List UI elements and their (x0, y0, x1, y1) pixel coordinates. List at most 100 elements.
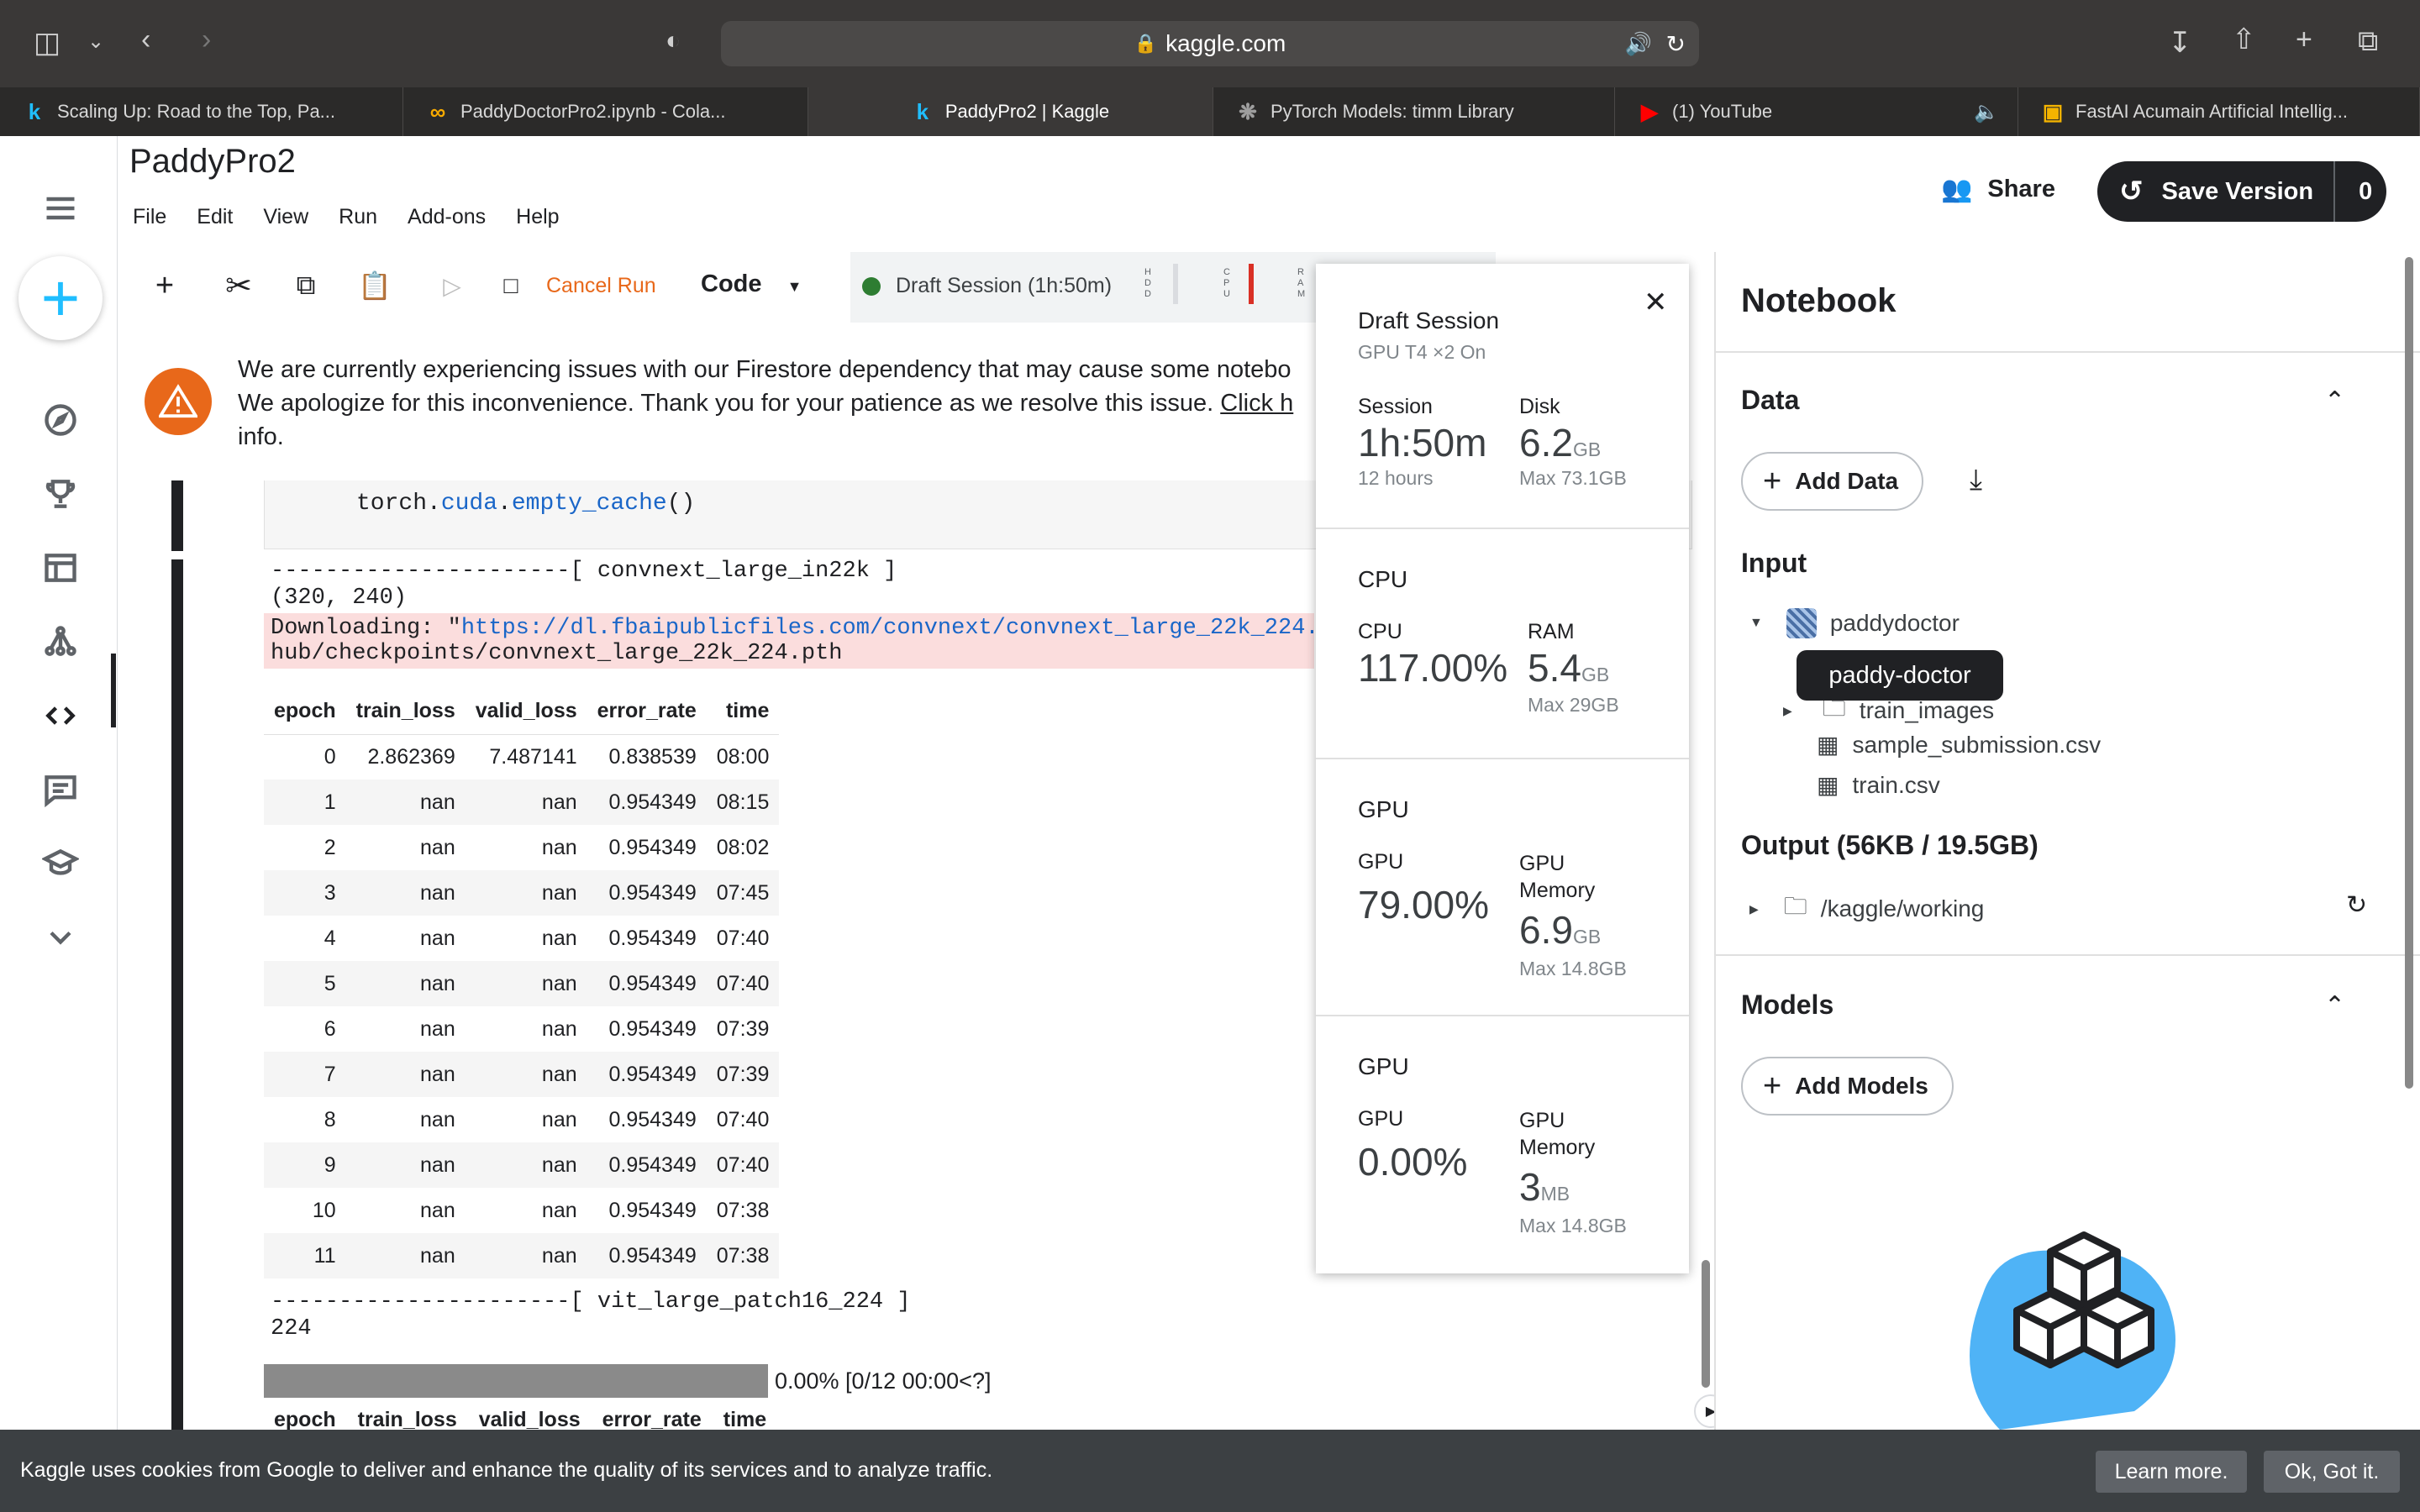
create-button[interactable]: + (18, 256, 103, 340)
add-data-button[interactable]: + Add Data (1741, 452, 1924, 511)
tab-youtube[interactable]: ▶ (1) YouTube 🔈 (1615, 87, 2018, 136)
tab-label: FastAI Acumain Artificial Intellig... (2075, 101, 2349, 122)
image-size: (320, 240) (271, 585, 408, 611)
code-icon[interactable] (37, 692, 84, 739)
share-icon[interactable]: ⇧ (2232, 25, 2256, 54)
save-version-button[interactable]: ↺ Save Version 0 (2097, 161, 2386, 222)
gpu-memory-value: 6.9GB (1519, 907, 1601, 953)
menu-file[interactable]: File (133, 205, 166, 229)
session-section: Draft Session GPU T4 ×2 On ✕ Session 1h:… (1316, 264, 1689, 529)
menu-help[interactable]: Help (516, 205, 559, 229)
sidebar-toggle-icon[interactable]: ◫ (34, 29, 60, 57)
ok-got-it-button[interactable]: Ok, Got it. (2264, 1451, 2400, 1493)
learn-icon[interactable] (37, 840, 84, 887)
stop-icon[interactable]: □ (492, 267, 529, 304)
compass-icon[interactable] (37, 396, 84, 444)
cell-type-select[interactable]: Code ▼ (701, 270, 802, 298)
upload-icon[interactable]: ⤓ (1970, 464, 1982, 496)
cell-indicator[interactable] (171, 480, 183, 551)
table-cell: 07:40 (706, 961, 780, 1006)
tab-fastai[interactable]: ▣ FastAI Acumain Artificial Intellig... (2018, 87, 2420, 136)
cut-icon[interactable]: ✂ (220, 267, 257, 304)
audio-icon[interactable]: 🔊 (1625, 31, 1652, 57)
table-row: 0 2.862369 7.487141 0.838539 08:00 (264, 734, 779, 780)
add-cell-icon[interactable]: + (146, 267, 183, 304)
gpu-label: GPU (1358, 1107, 1404, 1131)
menu-view[interactable]: View (263, 205, 308, 229)
menu-edit[interactable]: Edit (197, 205, 233, 229)
sidebar-scrollbar[interactable] (2405, 257, 2413, 1089)
tab-paddypro2[interactable]: k PaddyPro2 | Kaggle (808, 87, 1213, 136)
speaker-icon[interactable]: 🔈 (1974, 100, 1999, 124)
data-section-header[interactable]: Data (1741, 385, 1799, 416)
dataset-paddydoctor[interactable]: ▼ paddydoctor (1749, 608, 1960, 638)
tab-pytorch-models[interactable]: ❋ PyTorch Models: timm Library (1213, 87, 1615, 136)
table-cell: 0.838539 (608, 744, 697, 769)
gpu-section-1: GPU GPU 79.00% GPU Memory 6.9GB Max 14.8G… (1316, 759, 1689, 1016)
save-version-label: Save Version (2161, 177, 2314, 205)
table-row: 4 nan nan 0.954349 07:40 (264, 916, 779, 961)
notebook-scrollbar[interactable] (1702, 1260, 1710, 1388)
table-cell: 3 (264, 870, 346, 916)
table-cell: 07:38 (706, 1233, 780, 1278)
save-version-count[interactable]: 0 (2359, 178, 2372, 206)
tab-colab[interactable]: ∞ PaddyDoctorPro2.ipynb - Cola... (403, 87, 808, 136)
file-sample-submission[interactable]: ▦ sample_submission.csv (1817, 731, 2101, 759)
discussion-icon[interactable] (37, 766, 84, 813)
output-folder[interactable]: ▶ 🗀 /kaggle/working (1749, 889, 1984, 929)
gpu-section-title: GPU (1358, 1053, 1409, 1079)
table-cell: nan (465, 961, 587, 1006)
chevron-down-icon[interactable] (37, 914, 84, 961)
gpu-memory-label-line: GPU (1519, 1109, 1565, 1132)
models-icon[interactable] (37, 618, 84, 665)
hamburger-menu-icon[interactable] (37, 185, 84, 232)
close-icon[interactable]: ✕ (1644, 286, 1668, 319)
trophy-icon[interactable] (37, 470, 84, 517)
menu-run[interactable]: Run (339, 205, 377, 229)
table-cell: 1 (264, 780, 346, 825)
table-cell: 2.862369 (367, 744, 455, 769)
ram-label: RAM (1528, 620, 1575, 643)
file-train-csv[interactable]: ▦ train.csv (1817, 771, 1940, 799)
chevron-up-icon[interactable]: ⌃ (2324, 386, 2345, 416)
table-cell: nan (541, 1107, 577, 1131)
active-nav-indicator (111, 654, 116, 727)
table-cell: 5 (264, 961, 346, 1006)
kaggle-icon: k (28, 98, 41, 124)
back-icon[interactable]: ‹ (141, 25, 150, 54)
forward-icon[interactable]: › (202, 25, 211, 54)
copy-icon[interactable]: ⧉ (287, 267, 324, 304)
ram-meter-label: R A M (1297, 267, 1306, 299)
table-icon[interactable] (37, 544, 84, 591)
paste-icon[interactable]: 📋 (356, 267, 393, 304)
alert-link[interactable]: Click h (1220, 390, 1293, 417)
column-header: train_loss (357, 1408, 457, 1431)
session-details-popup: Draft Session GPU T4 ×2 On ✕ Session 1h:… (1316, 264, 1689, 1273)
notebook-title[interactable]: PaddyPro2 (129, 143, 296, 181)
add-models-button[interactable]: + Add Models (1741, 1057, 1954, 1116)
new-tab-icon[interactable]: + (2296, 25, 2312, 54)
learn-more-button[interactable]: Learn more. (2096, 1451, 2247, 1493)
draft-session-status[interactable]: Draft Session (1h:50m) (862, 274, 1112, 298)
column-header: epoch (264, 689, 346, 735)
reload-icon[interactable]: ↻ (1666, 30, 1686, 58)
refresh-icon[interactable]: ↻ (2346, 890, 2367, 920)
download-icon[interactable]: ↧ (2168, 29, 2192, 57)
table-cell: nan (541, 835, 577, 859)
chevron-up-icon[interactable]: ⌃ (2324, 991, 2345, 1021)
shield-icon[interactable]: ◐ (666, 29, 681, 54)
cancel-run-button[interactable]: Cancel Run (546, 274, 656, 298)
url-bar[interactable]: 🔒 kaggle.com 🔊 ↻ (721, 21, 1699, 66)
models-section-header[interactable]: Models (1741, 990, 1833, 1021)
gpu-memory-label-line: Memory (1519, 879, 1596, 902)
cell-indicator[interactable] (171, 559, 183, 1430)
menu-add-ons[interactable]: Add-ons (408, 205, 486, 229)
tab-bar: k Scaling Up: Road to the Top, Pa... ∞ P… (0, 87, 2420, 136)
chevron-down-icon[interactable]: ⌄ (87, 32, 104, 52)
run-icon[interactable]: ▷ (434, 267, 471, 304)
tab-scaling-up[interactable]: k Scaling Up: Road to the Top, Pa... (0, 87, 403, 136)
share-button[interactable]: 👥 Share (1941, 175, 2055, 204)
cell-output: ----------------------[ convnext_large_i… (271, 558, 897, 612)
tab-overview-icon[interactable]: ⧉ (2358, 27, 2378, 55)
download-link[interactable]: https://dl.fbaipublicfiles.com/convnext/… (461, 616, 1316, 641)
